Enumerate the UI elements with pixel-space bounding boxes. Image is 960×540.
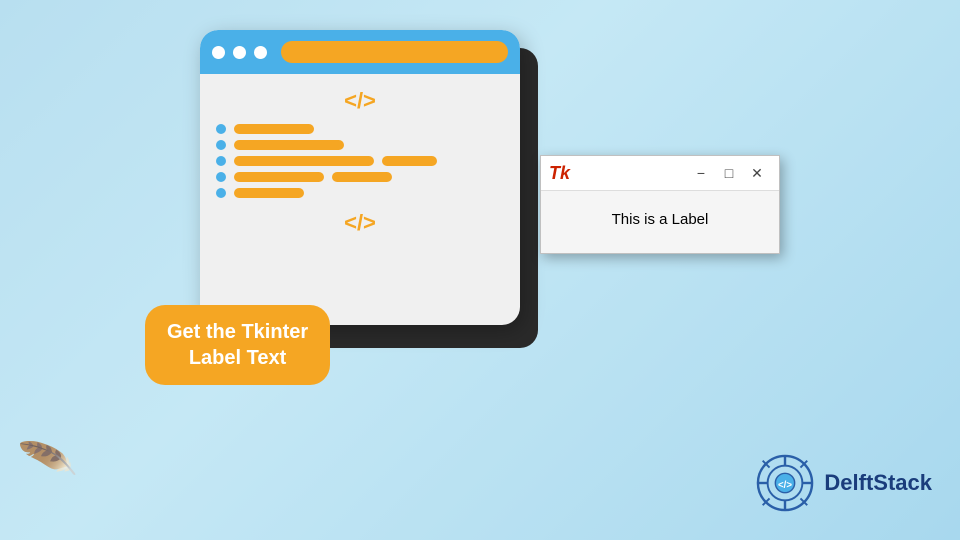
bullet-dot [216, 156, 226, 166]
badge-line2: Label Text [189, 347, 286, 369]
search-bar [281, 41, 508, 63]
bullet-dot [216, 124, 226, 134]
code-bar [234, 156, 374, 166]
code-bar [234, 140, 344, 150]
maximize-button[interactable]: □ [715, 161, 743, 185]
code-bar [234, 172, 324, 182]
brand-wheel-icon: </> [756, 454, 814, 512]
svg-text:</>: </> [778, 480, 792, 491]
brand-suffix: Stack [873, 470, 932, 495]
feather-icon: 🪶 [17, 430, 80, 491]
dot-3 [254, 46, 267, 59]
code-row-2 [216, 140, 344, 150]
close-button[interactable]: ✕ [743, 161, 771, 185]
code-row-5 [216, 188, 304, 198]
code-bar [234, 124, 314, 134]
bullet-dot [216, 140, 226, 150]
bullet-dot [216, 188, 226, 198]
code-row-3 [216, 156, 437, 166]
brand-name: DelftStack [824, 470, 932, 496]
code-bar-2 [382, 156, 437, 166]
editor-panel: </> </> [200, 30, 520, 325]
minimize-button[interactable]: − [687, 161, 715, 185]
dot-2 [233, 46, 246, 59]
editor-titlebar [200, 30, 520, 74]
bullet-dot [216, 172, 226, 182]
code-bar-2 [332, 172, 392, 182]
dot-1 [212, 46, 225, 59]
bottom-tag-icon: </> [344, 210, 376, 236]
badge-text: Get the Tkinter Label Text [167, 319, 308, 371]
code-row-1 [216, 124, 314, 134]
tk-label-text: This is a Label [612, 211, 709, 228]
brand-prefix: Delft [824, 470, 873, 495]
tkinter-window: Tk − □ ✕ This is a Label [540, 155, 780, 254]
code-row-4 [216, 172, 392, 182]
top-tag-icon: </> [344, 88, 376, 114]
badge-line1: Get the Tkinter [167, 321, 308, 343]
tk-titlebar: Tk − □ ✕ [541, 156, 779, 191]
brand-logo: </> DelftStack [756, 454, 932, 512]
code-bar [234, 188, 304, 198]
tk-logo: Tk [549, 163, 577, 184]
badge: Get the Tkinter Label Text [145, 305, 330, 385]
tk-body: This is a Label [541, 191, 779, 253]
editor-body: </> </> [200, 74, 520, 250]
